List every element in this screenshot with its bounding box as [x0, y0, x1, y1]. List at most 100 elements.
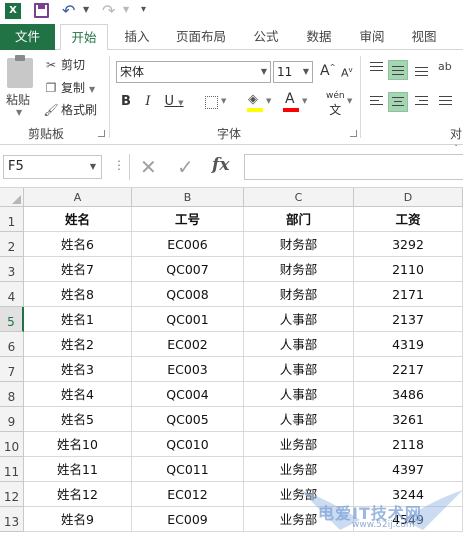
table-cell[interactable]: 2137 — [354, 307, 463, 332]
table-cell[interactable]: QC011 — [132, 457, 244, 482]
table-cell[interactable]: 姓名3 — [24, 357, 132, 382]
font-launcher-icon[interactable] — [350, 130, 357, 137]
tab-insert[interactable]: 插入 — [114, 24, 160, 50]
row-header[interactable]: 7 — [0, 357, 24, 382]
row-header[interactable]: 8 — [0, 382, 24, 407]
table-cell[interactable]: 人事部 — [244, 332, 354, 357]
table-cell[interactable]: 业务部 — [244, 432, 354, 457]
table-cell[interactable]: 姓名7 — [24, 257, 132, 282]
table-cell[interactable]: QC010 — [132, 432, 244, 457]
enter-icon[interactable]: ✓ — [177, 155, 194, 179]
font-color-icon[interactable]: A — [285, 91, 295, 107]
column-header-d[interactable]: D — [354, 188, 463, 207]
table-cell[interactable]: 2217 — [354, 357, 463, 382]
table-cell[interactable]: 财务部 — [244, 257, 354, 282]
font-name-select[interactable]: 宋体 ▼ — [116, 61, 271, 83]
redo-icon[interactable]: ↷ — [102, 1, 115, 20]
borders-dropdown-icon[interactable]: ▼ — [221, 97, 226, 105]
table-cell[interactable]: EC003 — [132, 357, 244, 382]
clipboard-launcher-icon[interactable] — [98, 130, 105, 137]
row-header[interactable]: 3 — [0, 257, 24, 282]
paste-dropdown-icon[interactable]: ▼ — [16, 108, 22, 117]
undo-dropdown-icon[interactable]: ▼ — [83, 5, 89, 14]
table-header-cell[interactable]: 姓名 — [24, 207, 132, 232]
formula-bar-grip-icon[interactable]: ⋮ — [113, 158, 125, 172]
align-right-icon[interactable] — [412, 92, 432, 112]
table-cell[interactable]: 姓名12 — [24, 482, 132, 507]
table-cell[interactable]: 姓名5 — [24, 407, 132, 432]
table-cell[interactable]: 4397 — [354, 457, 463, 482]
underline-button[interactable]: U ▼ — [160, 92, 188, 112]
row-header[interactable]: 6 — [0, 332, 24, 357]
table-header-cell[interactable]: 工资 — [354, 207, 463, 232]
row-header[interactable]: 10 — [0, 432, 24, 457]
align-bottom-icon[interactable] — [412, 60, 432, 80]
table-cell[interactable]: 2110 — [354, 257, 463, 282]
table-cell[interactable]: 姓名10 — [24, 432, 132, 457]
table-cell[interactable]: 姓名11 — [24, 457, 132, 482]
row-header[interactable]: 11 — [0, 457, 24, 482]
table-cell[interactable]: QC008 — [132, 282, 244, 307]
table-cell[interactable]: 2171 — [354, 282, 463, 307]
row-header[interactable]: 13 — [0, 507, 24, 532]
undo-icon[interactable]: ↶ — [62, 1, 75, 20]
copy-dropdown-icon[interactable]: ▼ — [89, 85, 95, 94]
table-cell[interactable]: 人事部 — [244, 407, 354, 432]
table-cell[interactable]: 姓名4 — [24, 382, 132, 407]
row-header[interactable]: 2 — [0, 232, 24, 257]
table-cell[interactable]: EC006 — [132, 232, 244, 257]
orientation-icon[interactable]: ab — [436, 60, 456, 80]
table-cell[interactable]: 姓名1 — [24, 307, 132, 332]
table-cell[interactable]: 财务部 — [244, 232, 354, 257]
table-cell[interactable]: 人事部 — [244, 307, 354, 332]
customize-toolbar-icon[interactable]: ▾ — [141, 4, 146, 15]
copy-button[interactable]: ❐ 复制 ▼ — [43, 78, 96, 98]
increase-font-size-icon[interactable]: A^ — [320, 63, 335, 79]
paste-button[interactable]: 粘贴 — [6, 91, 30, 108]
table-cell[interactable]: 财务部 — [244, 282, 354, 307]
table-cell[interactable]: 4319 — [354, 332, 463, 357]
table-cell[interactable]: EC012 — [132, 482, 244, 507]
column-header-b[interactable]: B — [132, 188, 244, 207]
table-cell[interactable]: 2118 — [354, 432, 463, 457]
row-header[interactable]: 1 — [0, 207, 24, 232]
phonetic-guide-icon[interactable]: wén 文 — [326, 91, 345, 118]
italic-button[interactable]: I — [140, 92, 156, 112]
select-all-corner[interactable] — [0, 188, 24, 207]
redo-dropdown-icon[interactable]: ▼ — [123, 5, 129, 14]
paste-icon[interactable] — [7, 55, 33, 88]
row-header[interactable]: 5 — [0, 307, 24, 332]
insert-function-button[interactable]: fx — [212, 155, 229, 175]
cancel-icon[interactable]: ✕ — [140, 155, 157, 179]
table-cell[interactable]: 3292 — [354, 232, 463, 257]
table-header-cell[interactable]: 部门 — [244, 207, 354, 232]
tab-data[interactable]: 数据 — [296, 24, 342, 50]
bold-button[interactable]: B — [118, 92, 134, 112]
table-header-cell[interactable]: 工号 — [132, 207, 244, 232]
format-painter-button[interactable]: 🖌 格式刷 — [43, 100, 97, 120]
formula-input[interactable] — [244, 154, 463, 180]
fill-color-icon[interactable]: ◈ — [248, 92, 258, 107]
align-middle-icon[interactable] — [388, 60, 408, 80]
decrease-font-size-icon[interactable]: Av — [341, 66, 353, 80]
save-icon[interactable] — [34, 3, 49, 18]
table-cell[interactable]: QC001 — [132, 307, 244, 332]
table-cell[interactable]: 姓名8 — [24, 282, 132, 307]
column-header-a[interactable]: A — [24, 188, 132, 207]
font-size-select[interactable]: 11 ▼ — [273, 61, 313, 83]
table-cell[interactable]: 人事部 — [244, 357, 354, 382]
column-header-c[interactable]: C — [244, 188, 354, 207]
decrease-indent-icon[interactable] — [436, 92, 456, 112]
fill-color-dropdown-icon[interactable]: ▼ — [266, 97, 271, 105]
table-cell[interactable]: EC009 — [132, 507, 244, 532]
table-cell[interactable]: 人事部 — [244, 382, 354, 407]
table-cell[interactable]: EC002 — [132, 332, 244, 357]
align-center-icon[interactable] — [388, 92, 408, 112]
table-cell[interactable]: 姓名9 — [24, 507, 132, 532]
tab-view[interactable]: 视图 — [402, 24, 446, 50]
table-cell[interactable]: 姓名2 — [24, 332, 132, 357]
phonetic-dropdown-icon[interactable]: ▼ — [347, 97, 352, 105]
borders-icon[interactable] — [205, 96, 218, 109]
tab-review[interactable]: 审阅 — [350, 24, 394, 50]
row-header[interactable]: 12 — [0, 482, 24, 507]
